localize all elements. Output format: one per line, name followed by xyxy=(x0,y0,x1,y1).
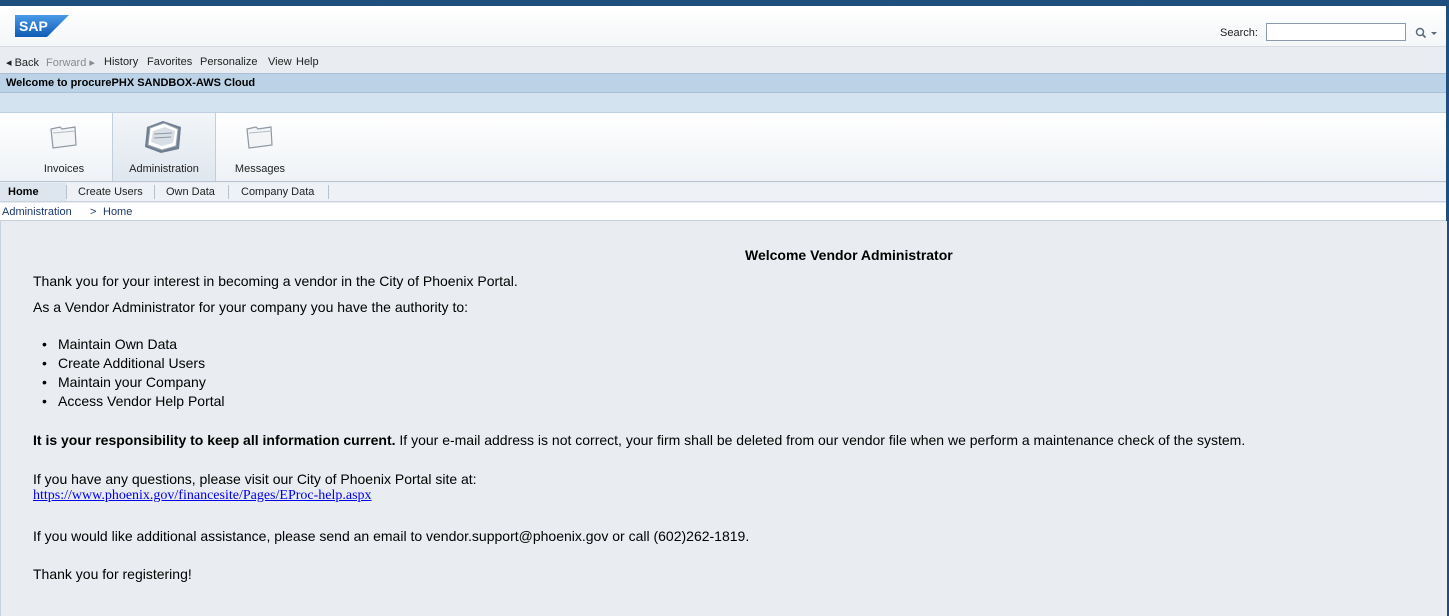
sap-logo: SAP xyxy=(15,15,69,37)
assistance-text: If you would like additional assistance,… xyxy=(33,528,750,544)
back-button[interactable]: ◂ Back xyxy=(6,56,39,69)
level-bar xyxy=(0,93,1446,113)
sap-logo-text: SAP xyxy=(19,18,48,34)
intro-text: Thank you for your interest in becoming … xyxy=(33,273,518,289)
folder-icon xyxy=(50,126,77,149)
subnav-divider xyxy=(66,185,67,199)
tab-invoices[interactable]: Invoices xyxy=(28,113,100,181)
tab-messages[interactable]: Messages xyxy=(216,113,304,181)
questions-text: If you have any questions, please visit … xyxy=(33,471,477,487)
help-portal-link[interactable]: https://www.phoenix.gov/financesite/Page… xyxy=(33,488,372,504)
subnav-home[interactable]: Home xyxy=(8,186,39,198)
list-item: Access Vendor Help Portal xyxy=(38,392,225,411)
responsibility-rest: If your e-mail address is not correct, y… xyxy=(395,432,1246,448)
history-menu[interactable]: History xyxy=(104,56,138,68)
folder-icon xyxy=(246,126,273,149)
responsibility-bold: It is your responsibility to keep all in… xyxy=(33,432,396,448)
favorites-menu[interactable]: Favorites xyxy=(147,56,192,68)
search-icon xyxy=(1415,27,1437,39)
search-input[interactable] xyxy=(1266,23,1406,41)
search-label: Search: xyxy=(1220,27,1258,39)
welcome-bar: Welcome to procurePHX SANDBOX-AWS Cloud xyxy=(0,73,1446,93)
subnav-divider xyxy=(154,185,155,199)
tab-label: Administration xyxy=(129,163,199,175)
subnav-create-users[interactable]: Create Users xyxy=(78,186,143,198)
help-menu[interactable]: Help xyxy=(296,56,319,68)
personalize-menu[interactable]: Personalize xyxy=(200,56,257,68)
breadcrumb-home[interactable]: Home xyxy=(103,206,132,218)
breadcrumb-separator: > xyxy=(90,206,97,218)
tab-label: Messages xyxy=(234,163,286,175)
tab-label: Invoices xyxy=(43,163,85,175)
subnav-company-data[interactable]: Company Data xyxy=(241,186,314,198)
subnav-divider xyxy=(328,185,329,199)
subnav-divider xyxy=(228,185,229,199)
forward-button[interactable]: Forward ▸ xyxy=(46,56,95,69)
thanks-text: Thank you for registering! xyxy=(33,566,192,582)
welcome-text: Welcome to procurePHX SANDBOX-AWS Cloud xyxy=(6,77,256,89)
menubar: ◂ Back Forward ▸ History Favorites Perso… xyxy=(0,53,1446,71)
tab-administration[interactable]: Administration xyxy=(112,113,216,181)
responsibility-text: It is your responsibility to keep all in… xyxy=(33,432,1245,448)
list-item: Maintain Own Data xyxy=(38,335,225,354)
subnav-own-data[interactable]: Own Data xyxy=(166,186,215,198)
tab-area: Invoices Administration Messages xyxy=(0,113,1446,182)
list-item: Create Additional Users xyxy=(38,354,225,373)
header: SAP Search: xyxy=(0,6,1446,47)
authority-text: As a Vendor Administrator for your compa… xyxy=(33,299,469,315)
view-menu[interactable]: View xyxy=(268,56,292,68)
breadcrumb: Administration > Home xyxy=(0,203,1446,221)
page-title: Welcome Vendor Administrator xyxy=(745,247,953,263)
list-item: Maintain your Company xyxy=(38,373,225,392)
authority-list: Maintain Own Data Create Additional User… xyxy=(38,335,225,411)
breadcrumb-administration[interactable]: Administration xyxy=(2,206,72,218)
papers-icon xyxy=(145,121,181,153)
sub-navigation: Home Create Users Own Data Company Data xyxy=(0,183,1446,202)
chevron-down-icon xyxy=(1431,32,1437,35)
search-button[interactable] xyxy=(1412,24,1440,42)
